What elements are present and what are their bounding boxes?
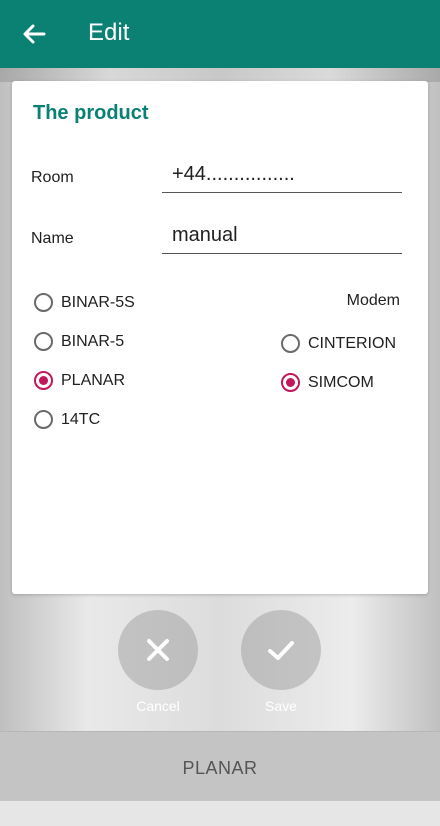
save-caption: Save [265, 698, 297, 714]
radio-circle [34, 332, 53, 351]
back-button[interactable] [18, 18, 50, 50]
radio-label: CINTERION [308, 334, 396, 352]
radio-simcom[interactable]: SIMCOM [281, 373, 374, 392]
backdrop [0, 68, 440, 82]
radio-14tc[interactable]: 14TC [34, 410, 100, 429]
radio-label: 14TC [61, 410, 101, 428]
room-value: +44................ [172, 163, 295, 185]
selected-device-bar[interactable]: PLANAR [0, 731, 440, 802]
radio-binar-5s[interactable]: BINAR-5S [34, 293, 135, 312]
modem-label: Modem [346, 292, 400, 309]
radio-circle [281, 334, 300, 353]
cancel-button[interactable] [118, 610, 198, 690]
save-button[interactable] [241, 610, 321, 690]
room-field[interactable]: +44................ [162, 159, 402, 193]
room-label: Room [31, 169, 74, 186]
radio-label: SIMCOM [308, 373, 374, 391]
radio-circle [34, 410, 53, 429]
radio-circle [34, 371, 53, 390]
close-icon [147, 639, 169, 661]
app-bar: Edit [0, 0, 440, 68]
radio-binar-5[interactable]: BINAR-5 [34, 332, 124, 351]
name-label: Name [31, 230, 74, 247]
radio-cinterion[interactable]: CINTERION [281, 334, 396, 353]
name-value: manual [172, 224, 238, 246]
arrow-left-icon [23, 24, 46, 44]
card-title: The product [33, 102, 149, 124]
radio-label: BINAR-5S [61, 293, 135, 311]
bottom-strip [0, 801, 440, 826]
name-field[interactable]: manual [162, 220, 402, 254]
cancel-caption: Cancel [136, 698, 180, 714]
product-card: The product Room +44................ Nam… [12, 81, 428, 594]
page-title: Edit [88, 19, 130, 46]
radio-planar[interactable]: PLANAR [34, 371, 125, 390]
radio-circle [34, 293, 53, 312]
radio-label: BINAR-5 [61, 332, 125, 350]
radio-circle [281, 373, 300, 392]
selected-device-label: PLANAR [182, 758, 258, 778]
check-icon [268, 641, 294, 660]
radio-label: PLANAR [61, 371, 126, 389]
